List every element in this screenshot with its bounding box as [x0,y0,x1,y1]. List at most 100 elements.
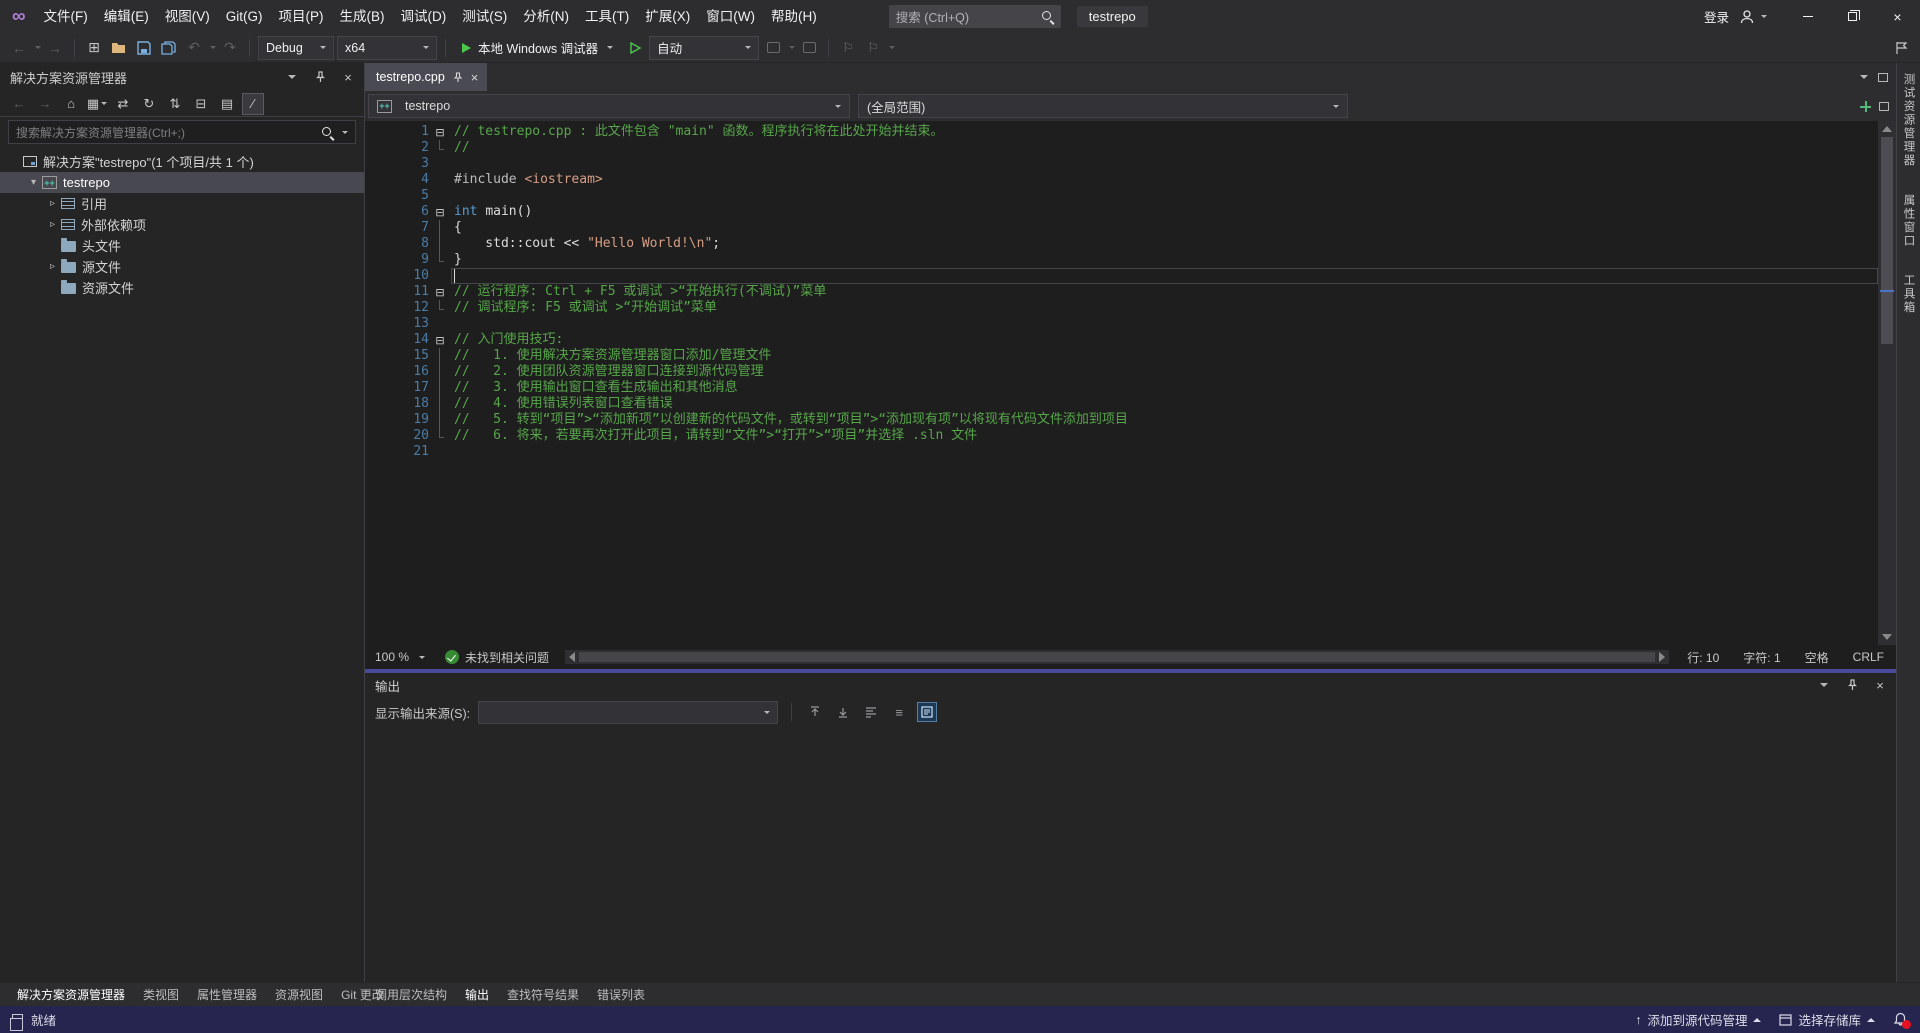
add-icon[interactable] [1860,101,1871,112]
close-panel-button[interactable]: × [1872,677,1888,693]
code-text[interactable] [451,316,1878,332]
close-tab-icon[interactable]: × [471,71,479,84]
type-scope-dropdown[interactable]: (全局范围) [858,94,1348,118]
tab-options-icon[interactable] [1878,73,1888,82]
pin-icon[interactable] [453,72,463,83]
code-line[interactable]: 3 [365,156,1878,172]
open-file-button[interactable] [108,36,130,60]
select-repository-button[interactable]: 选择存储库 [1779,1010,1875,1029]
bottom-tab[interactable]: 错误列表 [588,983,654,1007]
auto-hide-pin-button[interactable] [312,69,328,85]
account-avatar-icon[interactable] [1739,9,1767,25]
code-line[interactable]: 9} [365,252,1878,268]
show-all-files-icon[interactable]: ▤ [216,93,238,115]
code-line[interactable]: 10 [365,268,1878,284]
menu-item[interactable]: Git(G) [218,0,271,33]
redo-button[interactable]: ↷ [219,36,241,60]
navigate-history-chevron-icon[interactable] [35,46,41,49]
fold-collapse-icon[interactable]: ⊟ [435,207,444,218]
output-source-dropdown[interactable] [478,701,778,724]
forward-icon[interactable]: → [34,93,56,115]
code-text[interactable] [451,444,1878,460]
home-icon[interactable]: ⌂ [60,93,82,115]
start-without-debugging-button[interactable] [624,36,646,60]
next-message-button[interactable] [833,702,853,722]
code-line[interactable]: 11⊟// 运行程序: Ctrl + F5 或调试 >“开始执行(不调试)”菜单 [365,284,1878,300]
save-button[interactable] [133,36,155,60]
bottom-tab[interactable]: 输出 [456,983,498,1007]
send-feedback-button[interactable] [1890,36,1912,60]
spaces-indicator[interactable]: 空格 [1793,649,1841,666]
tree-item[interactable]: ▹外部依赖项 [0,214,364,235]
code-line[interactable]: 6⊟int main() [365,204,1878,220]
code-text[interactable]: // 6. 将来，若要再次打开此项目，请转到“文件”>“打开”>“项目”并选择 … [451,428,1878,444]
tree-item[interactable]: ▾++testrepo [0,172,364,193]
code-text[interactable]: { [451,220,1878,236]
menu-item[interactable]: 帮助(H) [763,0,825,33]
tree-item[interactable]: ▹源文件 [0,256,364,277]
code-line[interactable]: 8 std::cout << "Hello World!\n"; [365,236,1878,252]
tree-item[interactable]: 资源文件 [0,277,364,298]
code-text[interactable]: // testrepo.cpp : 此文件包含 "main" 函数。程序执行将在… [451,124,1878,140]
code-editor[interactable]: 1⊟// testrepo.cpp : 此文件包含 "main" 函数。程序执行… [365,121,1896,645]
code-text[interactable]: // 2. 使用团队资源管理器窗口连接到源代码管理 [451,364,1878,380]
code-text[interactable]: // 运行程序: Ctrl + F5 或调试 >“开始执行(不调试)”菜单 [451,284,1878,300]
menu-item[interactable]: 测试(S) [454,0,515,33]
code-text[interactable]: // 调试程序: F5 或调试 >“开始调试”菜单 [451,300,1878,316]
rail-tab[interactable]: 测试资源管理器 [1901,73,1917,168]
code-text[interactable] [451,268,1878,284]
fold-collapse-icon[interactable]: ⊟ [435,287,444,298]
scroll-right-icon[interactable] [1659,652,1665,662]
scroll-up-icon[interactable] [1882,126,1892,132]
word-wrap-button[interactable]: ≡ [889,702,909,722]
properties-icon[interactable]: ∕ [242,93,264,115]
hot-reload-button[interactable] [762,36,784,60]
expand-arrow-icon[interactable]: ▹ [44,261,61,272]
zoom-dropdown[interactable]: 100 % [365,645,435,669]
fold-gutter[interactable]: ⊟ [429,332,451,348]
code-line[interactable]: 4#include <iostream> [365,172,1878,188]
se-search-box[interactable]: 搜索解决方案资源管理器(Ctrl+;) [8,120,356,144]
toggle-bookmark-button[interactable]: ⚐ [837,36,859,60]
fold-gutter[interactable]: ⊟ [429,124,451,140]
rail-tab[interactable]: 属性窗口 [1901,194,1917,248]
tree-item[interactable]: 头文件 [0,235,364,256]
code-text[interactable] [451,156,1878,172]
search-options-chevron-icon[interactable] [342,131,348,134]
auto-hide-pin-button[interactable] [1844,677,1860,693]
code-line[interactable]: 18// 4. 使用错误列表窗口查看错误 [365,396,1878,412]
background-tasks-icon[interactable] [12,1014,23,1025]
code-line[interactable]: 15// 1. 使用解决方案资源管理器窗口添加/管理文件 [365,348,1878,364]
code-text[interactable]: // [451,140,1878,156]
column-indicator[interactable]: 字符: 1 [1731,649,1792,666]
fold-collapse-icon[interactable]: ⊟ [435,335,444,346]
bottom-tab[interactable]: 解决方案资源管理器 [8,983,134,1007]
expand-arrow-icon[interactable]: ▹ [44,219,61,230]
back-icon[interactable]: ← [8,93,30,115]
document-health-indicator[interactable]: 未找到相关问题 [435,645,559,669]
line-ending-indicator[interactable]: CRLF [1841,650,1896,664]
fold-gutter[interactable]: ⊟ [429,284,451,300]
horizontal-scrollbar[interactable] [565,650,1669,664]
auto-scroll-toggle-button[interactable] [917,702,937,722]
notifications-button[interactable] [1893,1012,1908,1027]
restore-button[interactable] [1830,0,1875,33]
previous-message-button[interactable] [805,702,825,722]
document-list-chevron-icon[interactable] [1860,75,1868,79]
tree-item[interactable]: ▹引用 [0,193,364,214]
fold-gutter[interactable]: ⊟ [429,204,451,220]
clear-all-button[interactable] [861,702,881,722]
sign-in-button[interactable]: 登录 [1704,7,1729,26]
previous-bookmark-button[interactable]: ⚐ [862,36,884,60]
code-line[interactable]: 7{ [365,220,1878,236]
output-content[interactable] [365,727,1896,982]
menu-item[interactable]: 视图(V) [157,0,218,33]
menu-item[interactable]: 工具(T) [577,0,637,33]
undo-history-chevron-icon[interactable] [210,46,216,49]
vertical-scroll-thumb[interactable] [1881,137,1893,344]
window-position-button[interactable] [284,69,300,85]
bookmark-chevron-icon[interactable] [889,46,895,49]
menu-item[interactable]: 分析(N) [515,0,577,33]
code-line[interactable]: 16// 2. 使用团队资源管理器窗口连接到源代码管理 [365,364,1878,380]
refresh-icon[interactable]: ↻ [138,93,160,115]
